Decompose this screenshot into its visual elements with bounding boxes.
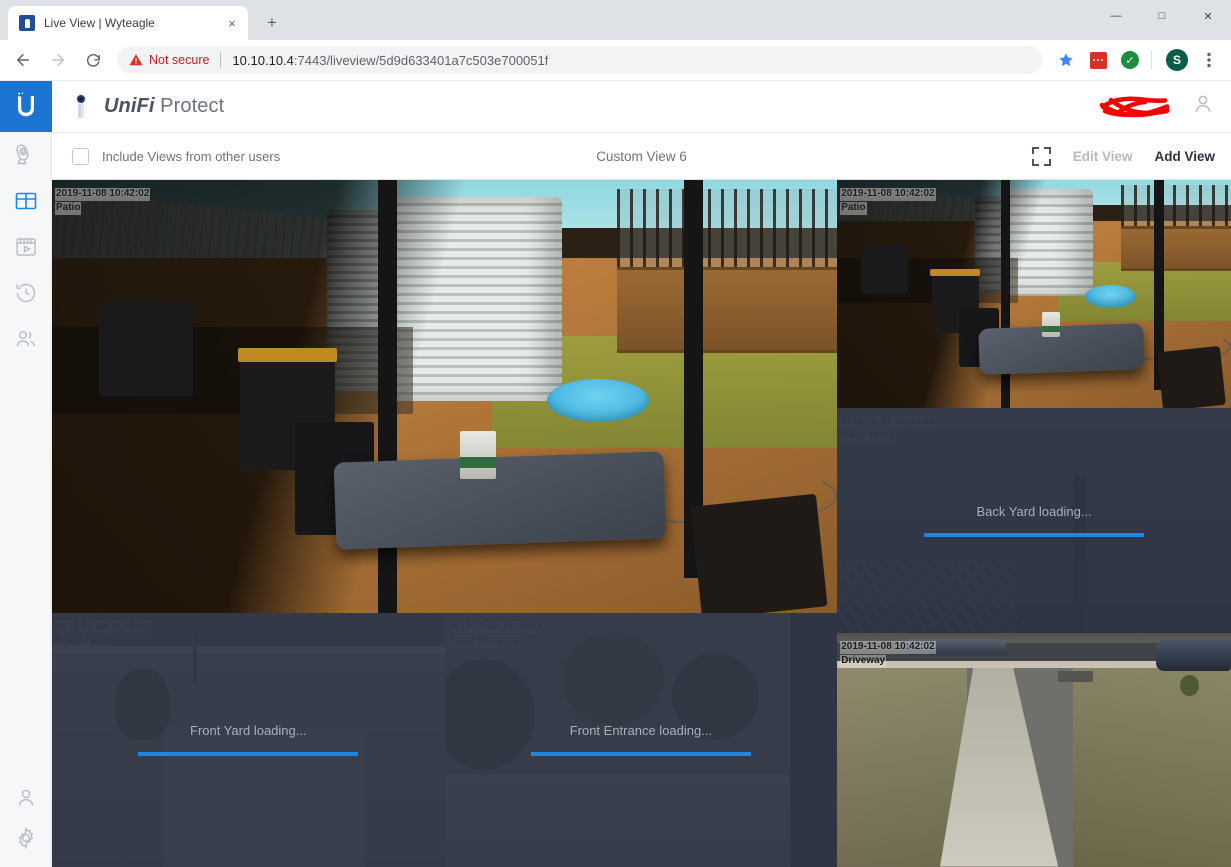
camera-tile-patio-small[interactable]: 2019-11-08 10:42:02 Patio [837,180,1231,409]
camera-timestamp: 2019-11-08 10:42:02 [840,188,936,201]
main-content: UniFi Protect Include Views from other u… [52,80,1231,867]
camera-tile-front-entrance[interactable]: 2019-11-08 10:40:59 Front Entrance Front… [444,612,838,867]
add-view-button[interactable]: Add View [1154,149,1215,164]
camera-tile-front-yard[interactable]: 2019-11-08 10:40:54 Front Yard Front Yar… [52,612,445,867]
product-name: UniFi Protect [104,95,224,118]
page-content: UniFi Protect Include Views from other u… [0,80,1231,867]
camera-name: Driveway [840,655,887,668]
view-toolbar-actions: Edit View Add View [1031,146,1215,166]
camera-loading-progress [530,752,751,757]
forward-button[interactable] [43,45,73,75]
tab-favicon-icon [19,15,35,31]
omnibox-divider [220,52,222,68]
window-minimize-button[interactable]: — [1093,0,1139,32]
not-secure-warning-icon [129,54,143,66]
new-tab-button[interactable]: + [258,9,286,37]
toolbar-icons: ✓ S [1048,46,1223,74]
camera-grid: 2019-11-08 10:42:02 Patio 2019-11-08 10:… [52,180,1231,867]
user-account-icon[interactable] [1191,92,1215,121]
browser-toolbar: Not secure 10.10.10.4:7443/liveview/5d9d… [0,40,1231,80]
profile-avatar[interactable]: S [1163,46,1191,74]
profile-avatar-letter: S [1166,49,1188,71]
window-maximize-button[interactable]: □ [1139,0,1185,32]
sidebar-item-recordings[interactable] [0,224,52,270]
reload-button[interactable] [78,45,108,75]
chrome-browser-window: Live View | Wyteagle × + — □ ✕ Not secur… [0,0,1231,867]
camera-loading-text: Front Entrance loading... [569,723,713,739]
tab-close-icon[interactable]: × [224,15,240,31]
sidebar-item-timeline[interactable] [0,270,52,316]
camera-timestamp: 2019-11-08 10:42:02 [55,188,151,201]
red-scribble-redaction [1097,93,1173,119]
camera-tile-patio-main[interactable]: 2019-11-08 10:42:02 Patio [52,180,838,613]
include-views-checkbox[interactable] [72,147,89,165]
camera-osd: 2019-11-08 10:42:02 Patio [55,182,151,215]
toolbar-divider [1151,51,1152,69]
include-views-checkbox-wrapper[interactable]: Include Views from other users [72,147,281,165]
brand: UniFi Protect [72,93,224,119]
sidebar-item-account[interactable] [0,775,52,821]
camera-tile-driveway[interactable]: 2019-11-08 10:42:02 Driveway [837,633,1231,867]
not-secure-label: Not secure [149,53,210,67]
camera-loading-overlay: Front Entrance loading... [444,612,838,867]
view-toolbar: Include Views from other users Custom Vi… [52,132,1231,180]
camera-tile-back-yard[interactable]: 2019-11-08 10:40:55 Back Yard Back Yard … [837,408,1231,634]
camera-loading-progress [138,752,359,757]
camera-loading-overlay: Front Yard loading... [52,612,445,867]
camera-osd: 2019-11-08 10:42:02 Patio [840,182,936,215]
bookmark-star-icon[interactable] [1052,46,1080,74]
tab-strip: Live View | Wyteagle × + — □ ✕ [0,0,1231,40]
product-name-protect: Protect [160,94,225,117]
edit-view-button[interactable]: Edit View [1073,149,1133,164]
window-close-button[interactable]: ✕ [1185,0,1231,32]
camera-scene [52,180,838,613]
expand-fullscreen-icon[interactable] [1031,146,1051,166]
product-name-unifi: UniFi [104,94,155,117]
camera-name: Patio [55,202,82,215]
tab-title: Live View | Wyteagle [44,16,155,30]
unifi-logo-icon[interactable] [0,80,52,132]
camera-loading-text: Back Yard loading... [976,504,1092,520]
camera-name: Patio [840,202,867,215]
extension-check-icon[interactable]: ✓ [1116,46,1144,74]
back-button[interactable] [8,45,38,75]
unifi-camera-icon [72,93,90,119]
camera-scene [837,633,1231,867]
app-sidebar [0,80,52,867]
header-right [1097,92,1215,121]
camera-timestamp: 2019-11-08 10:42:02 [840,641,936,654]
browser-tab[interactable]: Live View | Wyteagle × [8,6,248,40]
sidebar-item-settings[interactable] [0,821,52,867]
window-controls: — □ ✕ [1093,0,1231,40]
sidebar-item-cameras[interactable] [0,132,52,178]
camera-loading-overlay: Back Yard loading... [837,408,1231,634]
sidebar-item-users[interactable] [0,316,52,362]
address-bar[interactable]: Not secure 10.10.10.4:7443/liveview/5d9d… [117,46,1042,74]
camera-osd: 2019-11-08 10:42:02 Driveway [840,635,936,668]
chrome-menu-icon[interactable] [1195,46,1223,74]
include-views-label: Include Views from other users [102,148,281,164]
sidebar-item-liveview[interactable] [0,178,52,224]
camera-loading-text: Front Yard loading... [190,723,307,739]
url-text: 10.10.10.4:7443/liveview/5d9d633401a7c50… [232,52,549,68]
app-header: UniFi Protect [52,80,1231,132]
extension-red-icon[interactable] [1084,46,1112,74]
camera-loading-progress [923,533,1145,538]
